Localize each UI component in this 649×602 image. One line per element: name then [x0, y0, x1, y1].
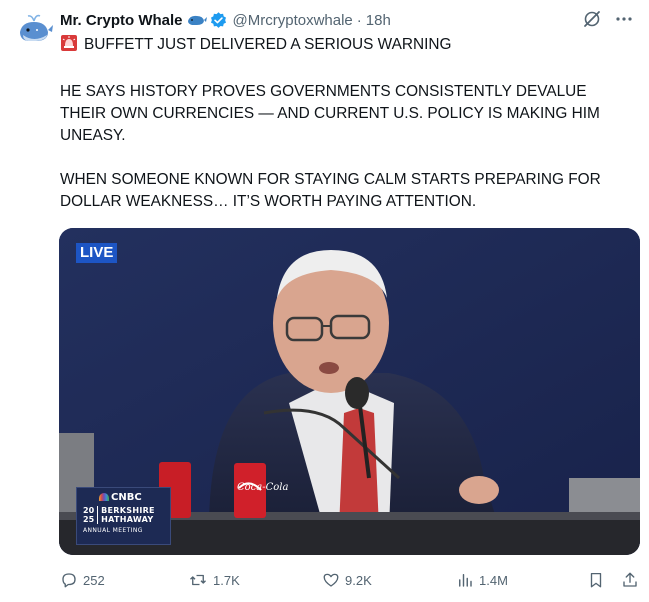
post-time[interactable]: 18h	[366, 12, 391, 29]
event-year-top: 20	[83, 506, 95, 515]
views-button[interactable]: 1.4M	[456, 566, 508, 594]
like-count: 9.2K	[345, 572, 372, 588]
author-avatar[interactable]	[14, 10, 54, 50]
verified-badge-icon	[209, 11, 228, 30]
grok-icon[interactable]	[581, 8, 603, 30]
reply-icon	[62, 573, 76, 588]
reply-count: 252	[83, 572, 105, 588]
post-header: Mr. Crypto Whale @Mrcryptoxwhale · 18h	[60, 10, 391, 30]
repost-count: 1.7K	[213, 572, 240, 588]
post-top-actions	[581, 8, 635, 30]
author-handle[interactable]: @Mrcryptoxwhale	[233, 12, 353, 29]
post-text-para3-line1: WHEN SOMEONE KNOWN FOR STAYING CALM STAR…	[60, 171, 601, 188]
reply-button[interactable]: 252	[60, 566, 105, 594]
siren-emoji-icon	[60, 34, 78, 59]
post-text-para2-line3: UNEASY.	[60, 127, 126, 144]
post-video[interactable]: Coca-Cola LIVE CNBC 20 25 BERKSHIRE HATH…	[59, 228, 640, 555]
event-subtitle: ANNUAL MEETING	[83, 527, 143, 534]
post-line-1: BUFFETT JUST DELIVERED A SERIOUS WARNING	[60, 34, 635, 59]
cnbc-event-badge: CNBC 20 25 BERKSHIRE HATHAWAY ANNUAL MEE…	[76, 487, 171, 545]
live-badge: LIVE	[76, 243, 118, 263]
views-count: 1.4M	[479, 572, 508, 588]
event-year: 20 25	[83, 506, 99, 524]
bookmark-icon	[590, 572, 602, 588]
bookmark-button[interactable]	[587, 566, 610, 594]
post-text-line1: BUFFETT JUST DELIVERED A SERIOUS WARNING	[84, 36, 452, 53]
repost-icon	[190, 574, 206, 586]
views-icon	[459, 574, 472, 587]
whale-avatar-icon	[20, 14, 53, 41]
post-action-bar: 252 1.7K 9.2K 1.4M	[60, 566, 640, 594]
post-text-para2-line2: THEIR OWN CURRENCIES — AND CURRENT U.S. …	[60, 105, 600, 122]
separator-dot: ·	[356, 11, 362, 29]
event-title-row: 20 25 BERKSHIRE HATHAWAY	[83, 506, 170, 524]
event-year-bottom: 25	[83, 515, 95, 524]
cnbc-logo: CNBC	[99, 492, 170, 503]
whale-emoji-icon	[187, 13, 207, 27]
cnbc-peacock-icon	[99, 493, 109, 501]
share-button[interactable]	[621, 566, 644, 594]
event-name-bottom: HATHAWAY	[101, 515, 154, 524]
post-text: BUFFETT JUST DELIVERED A SERIOUS WARNING…	[60, 34, 635, 213]
repost-button[interactable]: 1.7K	[188, 566, 240, 594]
coke-can-label: Coca-Cola	[237, 482, 288, 493]
like-button[interactable]: 9.2K	[322, 566, 372, 594]
heart-icon	[323, 573, 339, 587]
event-name-top: BERKSHIRE	[101, 506, 155, 515]
event-name: BERKSHIRE HATHAWAY	[98, 506, 155, 524]
network-name: CNBC	[111, 492, 142, 503]
post-text-para3-line2: DOLLAR WEAKNESS… IT’S WORTH PAYING ATTEN…	[60, 193, 477, 210]
author-name[interactable]: Mr. Crypto Whale	[60, 12, 183, 29]
more-icon[interactable]	[613, 8, 635, 30]
share-icon	[623, 572, 637, 587]
post-text-para2-line1: HE SAYS HISTORY PROVES GOVERNMENTS CONSI…	[60, 83, 587, 100]
